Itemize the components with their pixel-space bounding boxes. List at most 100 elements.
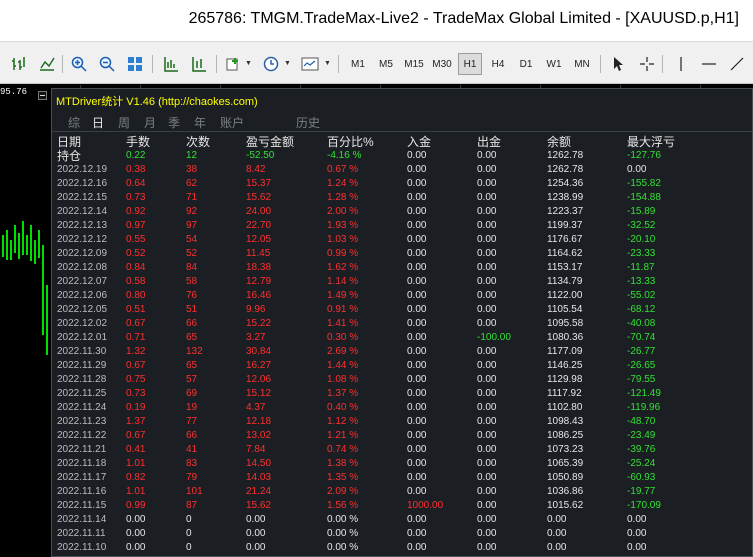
cell-pl: 0.00 bbox=[246, 542, 266, 553]
period-h4[interactable]: H4 bbox=[486, 53, 510, 75]
cell-withdraw: 0.00 bbox=[477, 178, 497, 189]
cell-withdraw: 0.00 bbox=[477, 486, 497, 497]
table-row: 2022.11.28 0.75 57 12.06 1.08 % 0.00 0.00 1129.… bbox=[52, 373, 752, 387]
tab-year[interactable]: 年 bbox=[194, 114, 206, 131]
templates-icon[interactable] bbox=[299, 53, 321, 75]
period-m15[interactable]: M15 bbox=[402, 53, 426, 75]
cell-deposit: 0.00 bbox=[407, 178, 427, 189]
tab-week[interactable]: 周 bbox=[118, 114, 130, 131]
cell-date: 2022.12.07 bbox=[57, 276, 108, 287]
cell-pct: 1.21 % bbox=[327, 430, 359, 441]
cell-count: 132 bbox=[186, 346, 203, 357]
cell-pct: 1.49 % bbox=[327, 290, 359, 301]
table-row: 2022.11.23 1.37 77 12.18 1.12 % 0.00 0.00 1098.… bbox=[52, 415, 752, 429]
cursor-icon[interactable] bbox=[607, 53, 629, 75]
header-max-dd: 最大浮亏 bbox=[627, 135, 676, 149]
cell-deposit: 0.00 bbox=[407, 444, 427, 455]
cell-pl: 16.27 bbox=[246, 360, 272, 371]
periodicity-dropdown-icon[interactable]: ▼ bbox=[284, 60, 291, 67]
autoscroll-icon[interactable] bbox=[188, 53, 210, 75]
cell-deposit: 0.00 bbox=[407, 486, 427, 497]
cell-pct: 1.35 % bbox=[327, 472, 359, 483]
period-d1[interactable]: D1 bbox=[514, 53, 538, 75]
templates-dropdown-icon[interactable]: ▼ bbox=[324, 60, 331, 67]
indicators-dropdown-icon[interactable]: ▼ bbox=[245, 60, 252, 67]
cell-max-dd: -79.55 bbox=[627, 374, 656, 385]
vertical-line-icon[interactable] bbox=[670, 53, 692, 75]
cell-pct: 2.69 % bbox=[327, 346, 359, 357]
chart-shift-icon[interactable] bbox=[160, 53, 182, 75]
position-count: 12 bbox=[186, 150, 198, 161]
cell-withdraw: 0.00 bbox=[477, 542, 497, 553]
cell-balance: 1102.80 bbox=[547, 402, 583, 413]
cell-date: 2022.12.05 bbox=[57, 304, 108, 315]
cell-pl: 21.24 bbox=[246, 486, 272, 497]
cell-lots: 0.52 bbox=[126, 248, 146, 259]
tab-month[interactable]: 月 bbox=[144, 114, 156, 131]
bar-chart-icon[interactable] bbox=[8, 53, 30, 75]
table-row: 2022.12.09 0.52 52 11.45 0.99 % 0.00 0.00 1164.… bbox=[52, 247, 752, 261]
cell-pct: 0.00 % bbox=[327, 542, 359, 553]
cell-withdraw: 0.00 bbox=[477, 528, 497, 539]
cell-date: 2022.11.17 bbox=[57, 472, 107, 483]
cell-pl: 0.00 bbox=[246, 514, 266, 525]
tab-account[interactable]: 账户 bbox=[220, 114, 244, 131]
collapse-panel-icon[interactable] bbox=[38, 91, 47, 100]
cell-pct: 1.24 % bbox=[327, 178, 359, 189]
tab-summary[interactable]: 综 bbox=[68, 114, 80, 131]
tab-day[interactable]: 日 bbox=[92, 114, 104, 131]
cell-count: 71 bbox=[186, 192, 198, 203]
cell-pl: 15.22 bbox=[246, 318, 272, 329]
cell-lots: 0.73 bbox=[126, 192, 146, 203]
cell-balance: 1065.39 bbox=[547, 458, 584, 469]
cell-withdraw: 0.00 bbox=[477, 360, 497, 371]
cell-lots: 0.41 bbox=[126, 444, 146, 455]
cell-deposit: 0.00 bbox=[407, 262, 427, 273]
cell-pct: 1.41 % bbox=[327, 318, 359, 329]
table-row: 2022.12.19 0.38 38 8.42 0.67 % 0.00 0.00 1262.7… bbox=[52, 163, 752, 177]
cell-pct: 0.40 % bbox=[327, 402, 359, 413]
period-m1[interactable]: M1 bbox=[346, 53, 370, 75]
tab-quarter[interactable]: 季 bbox=[168, 114, 180, 131]
cell-date: 2022.11.21 bbox=[57, 444, 107, 455]
cell-balance: 1036.86 bbox=[547, 486, 584, 497]
line-chart-icon[interactable] bbox=[36, 53, 58, 75]
cell-date: 2022.12.19 bbox=[57, 164, 108, 175]
cell-pl: 13.02 bbox=[246, 430, 272, 441]
periodicity-clock-icon[interactable] bbox=[260, 53, 282, 75]
zoom-in-icon[interactable] bbox=[68, 53, 90, 75]
cell-balance: 1105.54 bbox=[547, 304, 583, 315]
cell-pct: 0.67 % bbox=[327, 164, 359, 175]
tab-history[interactable]: 历史 bbox=[296, 114, 320, 131]
cell-pct: 1.12 % bbox=[327, 416, 359, 427]
period-w1[interactable]: W1 bbox=[542, 53, 566, 75]
cell-pl: 11.45 bbox=[246, 248, 271, 259]
cell-max-dd: -121.49 bbox=[627, 388, 661, 399]
cell-withdraw: 0.00 bbox=[477, 290, 497, 301]
table-row: 2022.12.12 0.55 54 12.05 1.03 % 0.00 0.00 1176.… bbox=[52, 233, 752, 247]
trend-line-icon[interactable] bbox=[726, 53, 748, 75]
period-m5[interactable]: M5 bbox=[374, 53, 398, 75]
period-mn[interactable]: MN bbox=[570, 53, 594, 75]
cell-deposit: 0.00 bbox=[407, 542, 427, 553]
period-h1[interactable]: H1 bbox=[458, 53, 482, 75]
crosshair-icon[interactable] bbox=[636, 53, 658, 75]
cell-withdraw: -100.00 bbox=[477, 332, 511, 343]
position-balance: 1262.78 bbox=[547, 150, 584, 161]
cell-pct: 2.00 % bbox=[327, 206, 359, 217]
indicators-icon[interactable] bbox=[222, 53, 244, 75]
cell-count: 38 bbox=[186, 164, 198, 175]
tile-windows-icon[interactable] bbox=[124, 53, 146, 75]
table-row: 2022.12.16 0.64 62 15.37 1.24 % 0.00 0.00 1254.… bbox=[52, 177, 752, 191]
cell-count: 92 bbox=[186, 206, 198, 217]
cell-pl: 7.84 bbox=[246, 444, 266, 455]
horizontal-line-icon[interactable] bbox=[698, 53, 720, 75]
cell-lots: 0.58 bbox=[126, 276, 146, 287]
cell-lots: 1.37 bbox=[126, 416, 146, 427]
cell-max-dd: -23.33 bbox=[627, 248, 656, 259]
cell-withdraw: 0.00 bbox=[477, 500, 497, 511]
cell-withdraw: 0.00 bbox=[477, 192, 497, 203]
period-m30[interactable]: M30 bbox=[430, 53, 454, 75]
cell-count: 52 bbox=[186, 248, 198, 259]
zoom-out-icon[interactable] bbox=[96, 53, 118, 75]
